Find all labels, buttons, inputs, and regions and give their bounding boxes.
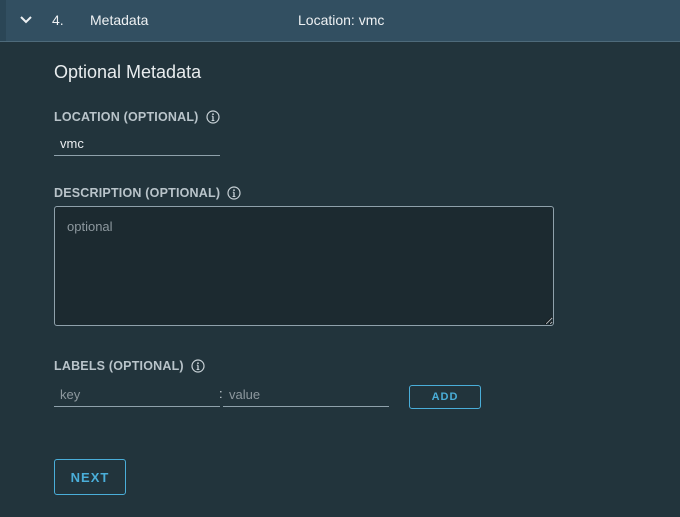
description-label-row: DESCRIPTION (OPTIONAL) xyxy=(54,186,241,200)
description-textarea[interactable] xyxy=(54,206,554,326)
section-title: Optional Metadata xyxy=(54,62,202,82)
labels-label-row: LABELS (OPTIONAL) xyxy=(54,359,205,373)
location-label-row: LOCATION (OPTIONAL) xyxy=(54,110,220,124)
chevron-down-icon[interactable] xyxy=(19,12,33,26)
location-input[interactable] xyxy=(54,132,220,156)
info-icon[interactable] xyxy=(191,359,205,373)
next-button[interactable]: NEXT xyxy=(54,459,126,495)
header-accent-strip xyxy=(0,0,6,41)
step-number: 4. xyxy=(52,12,64,28)
info-icon[interactable] xyxy=(205,110,220,124)
label-value-input[interactable] xyxy=(223,383,389,407)
step-header[interactable]: 4. Metadata Location: vmc xyxy=(0,0,680,42)
label-key-input[interactable] xyxy=(54,383,220,407)
step-summary: Location: vmc xyxy=(298,12,385,28)
info-icon[interactable] xyxy=(227,186,241,200)
location-label: LOCATION (OPTIONAL) xyxy=(54,110,199,124)
description-label: DESCRIPTION (OPTIONAL) xyxy=(54,186,221,200)
labels-label: LABELS (OPTIONAL) xyxy=(54,359,184,373)
add-label-button[interactable]: ADD xyxy=(409,385,481,409)
step-title: Metadata xyxy=(90,12,149,28)
